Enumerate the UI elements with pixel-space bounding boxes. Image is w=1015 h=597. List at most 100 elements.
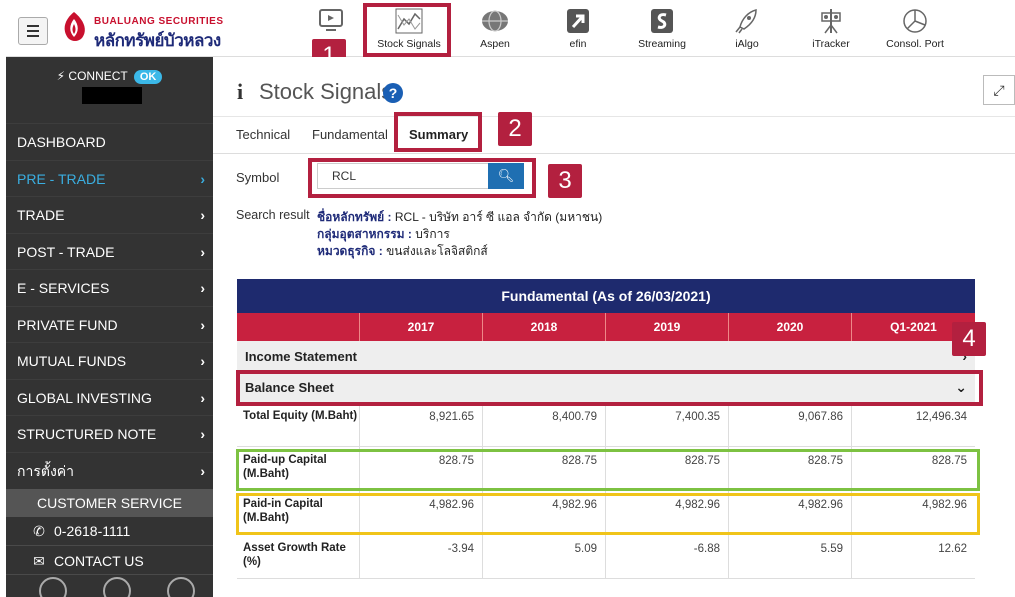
sidebar-item-label: GLOBAL INVESTING (17, 389, 152, 406)
app-label: iTracker (812, 38, 850, 50)
facebook-icon[interactable] (39, 577, 67, 597)
connection-status: ⚡ CONNECT OK (6, 69, 213, 84)
sidebar-item-e-services[interactable]: E - SERVICES › (6, 269, 213, 306)
sidebar-item-trade[interactable]: TRADE › (6, 196, 213, 233)
result-value: บริการ (415, 227, 450, 241)
year-header: 2017 (359, 313, 482, 341)
connect-label: CONNECT (68, 69, 128, 83)
app-label: Stock Signals (377, 38, 441, 50)
row-value: 4,982.96 (482, 491, 605, 535)
row-value: 5.59 (728, 535, 851, 579)
chevron-right-icon: › (200, 280, 205, 296)
help-icon[interactable]: ? (383, 83, 403, 103)
row-label: Total Equity (M.Baht) (243, 410, 358, 422)
chevron-right-icon: › (200, 426, 205, 442)
customer-service-heading: CUSTOMER SERVICE (6, 489, 213, 517)
row-label: Paid-up Capital (M.Baht) (243, 454, 327, 480)
app-label: iAlgo (735, 38, 759, 50)
tracker-icon (821, 9, 841, 34)
youtube-icon[interactable] (167, 577, 195, 597)
brand-logo[interactable]: BUALUANG SECURITIES หลักทรัพย์บัวหลวง (58, 8, 248, 50)
tab-summary[interactable]: Summary (409, 117, 468, 153)
row-label: Paid-in Capital (M.Baht) (243, 498, 323, 524)
top-bar: BUALUANG SECURITIES หลักทรัพย์บัวหลวง iC… (6, 0, 1015, 57)
brand-name-en: BUALUANG SECURITIES (94, 16, 224, 27)
app-label: Streaming (638, 38, 686, 50)
row-value: 4,982.96 (605, 491, 728, 535)
phone-icon: ✆ (33, 523, 45, 539)
result-key: กลุ่มอุตสาหกรรม : (317, 227, 412, 241)
row-value: -3.94 (359, 535, 482, 579)
fundamental-table: Fundamental (As of 26/03/2021) 2017 2018… (237, 279, 975, 579)
hamburger-menu-icon[interactable] (18, 17, 48, 45)
row-value: -6.88 (605, 535, 728, 579)
row-value: 8,921.65 (359, 403, 482, 447)
status-badge: OK (133, 70, 163, 84)
result-value: RCL - บริษัท อาร์ ซี แอล จำกัด (มหาชน) (394, 210, 603, 224)
sidebar-item-post-trade[interactable]: POST - TRADE › (6, 232, 213, 270)
app-efin[interactable]: efin (538, 0, 618, 57)
app-label: efin (569, 38, 587, 50)
table-title: Fundamental (As of 26/03/2021) (237, 279, 975, 313)
page-header: i Stock Signals ? ⤢ (213, 57, 1015, 117)
sidebar-item-pre-trade[interactable]: PRE - TRADE › (6, 159, 213, 197)
section-balance-sheet[interactable]: Balance Sheet ⌄ (237, 372, 975, 403)
chevron-down-icon: ⌄ (955, 379, 967, 395)
signal-chart-icon (395, 8, 423, 34)
sidebar-item-label: การตั้งค่า (17, 462, 75, 479)
app-aspen[interactable]: Aspen (455, 0, 535, 57)
tab-fundamental[interactable]: Fundamental (312, 117, 388, 153)
contact-label: CONTACT US (54, 553, 144, 569)
row-value: 828.75 (359, 447, 482, 491)
section-income-statement[interactable]: Income Statement › (237, 341, 975, 372)
monitor-icon (319, 9, 343, 31)
sidebar-item-dashboard[interactable]: DASHBOARD (6, 123, 213, 160)
search-result-label: Search result (236, 208, 310, 222)
app-ialgo[interactable]: iAlgo (707, 0, 787, 57)
globe-icon (482, 10, 508, 32)
sidebar-item-label: DASHBOARD (17, 134, 106, 150)
row-value: 4,982.96 (359, 491, 482, 535)
streaming-icon (651, 9, 673, 33)
phone-link[interactable]: ✆ 0-2618-1111 (6, 517, 213, 545)
app-stock-signals[interactable]: Stock Signals (369, 0, 449, 57)
app-consol-port[interactable]: Consol. Port (875, 0, 955, 57)
chevron-right-icon: › (200, 316, 205, 333)
contact-us-link[interactable]: ✉ CONTACT US (6, 545, 213, 575)
year-header: 2019 (605, 313, 728, 341)
sidebar-item-mutual-funds[interactable]: MUTUAL FUNDS › (6, 342, 213, 379)
app-label: Aspen (480, 38, 510, 50)
symbol-input[interactable] (317, 163, 489, 189)
brand-name-th: หลักทรัพย์บัวหลวง (94, 31, 221, 50)
pie-icon (903, 9, 927, 33)
sidebar-item-global-investing[interactable]: GLOBAL INVESTING › (6, 378, 213, 416)
chevron-right-icon: › (200, 170, 205, 187)
chevron-right-icon: › (200, 353, 205, 369)
sidebar-item-label: MUTUAL FUNDS (17, 353, 127, 369)
sidebar-item-structured-note[interactable]: STRUCTURED NOTE › (6, 415, 213, 452)
result-value: ขนส่งและโลจิสติกส์ (386, 244, 488, 258)
lotus-logo-icon (64, 12, 85, 41)
row-value: 5.09 (482, 535, 605, 579)
search-button[interactable]: 🔍︎ (488, 163, 524, 189)
info-icon: i (237, 79, 244, 104)
row-label: Asset Growth Rate (%) (243, 542, 346, 568)
tab-technical[interactable]: Technical (236, 117, 290, 153)
app-streaming[interactable]: Streaming (622, 0, 702, 57)
callout-4: 4 (952, 322, 986, 356)
sidebar-item-label: E - SERVICES (17, 280, 110, 296)
app-itracker[interactable]: iTracker (791, 0, 871, 57)
symbol-label: Symbol (236, 170, 280, 185)
app-window: BUALUANG SECURITIES หลักทรัพย์บัวหลวง i C… (0, 0, 1015, 597)
table-row: Asset Growth Rate (%) -3.94 5.09 -6.88 5… (237, 535, 975, 579)
sidebar-item-settings[interactable]: การตั้งค่า › (6, 451, 213, 489)
table-row: Paid-up Capital (M.Baht) 828.75 828.75 8… (237, 447, 975, 491)
phone-number: 0-2618-1111 (54, 523, 131, 539)
sidebar-item-label: PRIVATE FUND (17, 316, 118, 333)
callout-2: 2 (498, 112, 532, 146)
sidebar-item-private-fund[interactable]: PRIVATE FUND › (6, 305, 213, 343)
twitter-icon[interactable] (103, 577, 131, 597)
expand-icon[interactable]: ⤢ (983, 75, 1015, 105)
arrow-box-icon (567, 9, 589, 33)
table-row: Total Equity (M.Baht) 8,921.65 8,400.79 … (237, 403, 975, 447)
